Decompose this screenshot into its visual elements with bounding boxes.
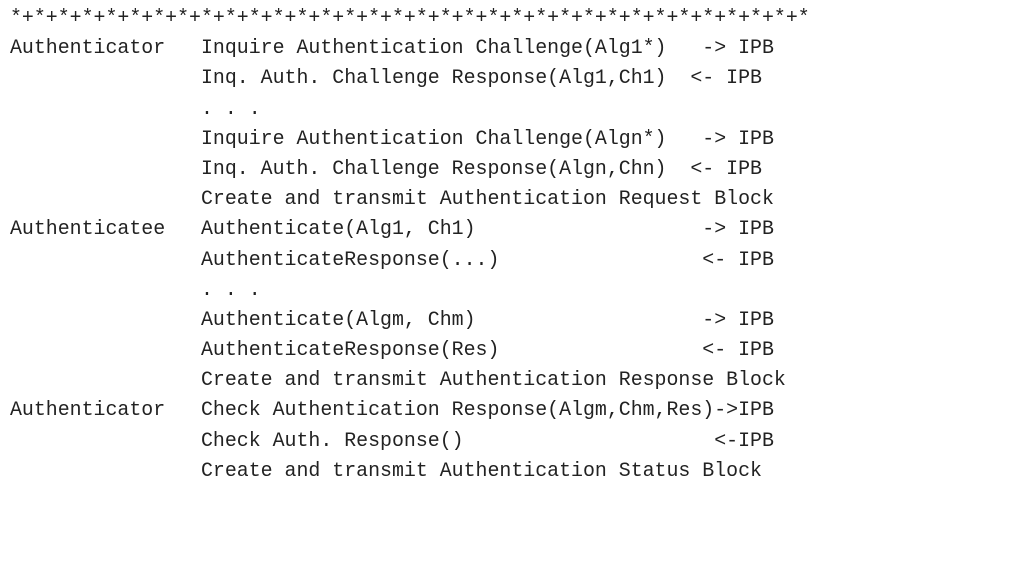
- text-line: Check Auth. Response() <-IPB: [10, 428, 774, 452]
- ellipsis-line: . . .: [10, 96, 261, 120]
- text-line: Inq. Auth. Challenge Response(Alg1,Ch1) …: [10, 66, 762, 90]
- text-line: Authenticator Inquire Authentication Cha…: [10, 36, 774, 60]
- text-line: Authenticate(Algm, Chm) -> IPB: [10, 307, 774, 331]
- ellipsis-line: . . .: [10, 277, 261, 301]
- text-line: Create and transmit Authentication Respo…: [10, 368, 786, 392]
- text-line: Create and transmit Authentication Statu…: [10, 458, 762, 482]
- text-line: AuthenticateResponse(Res) <- IPB: [10, 338, 774, 362]
- text-line: Create and transmit Authentication Reque…: [10, 187, 774, 211]
- text-line: Inq. Auth. Challenge Response(Algn,Chn) …: [10, 156, 762, 180]
- protocol-exchange-listing: *+*+*+*+*+*+*+*+*+*+*+*+*+*+*+*+*+*+*+*+…: [10, 3, 810, 486]
- text-line: Inquire Authentication Challenge(Algn*) …: [10, 126, 774, 150]
- text-line: Authenticator Check Authentication Respo…: [10, 398, 774, 422]
- text-line: AuthenticateResponse(...) <- IPB: [10, 247, 774, 271]
- asterisk-separator-line: *+*+*+*+*+*+*+*+*+*+*+*+*+*+*+*+*+*+*+*+…: [10, 6, 810, 29]
- text-line: Authenticatee Authenticate(Alg1, Ch1) ->…: [10, 217, 774, 241]
